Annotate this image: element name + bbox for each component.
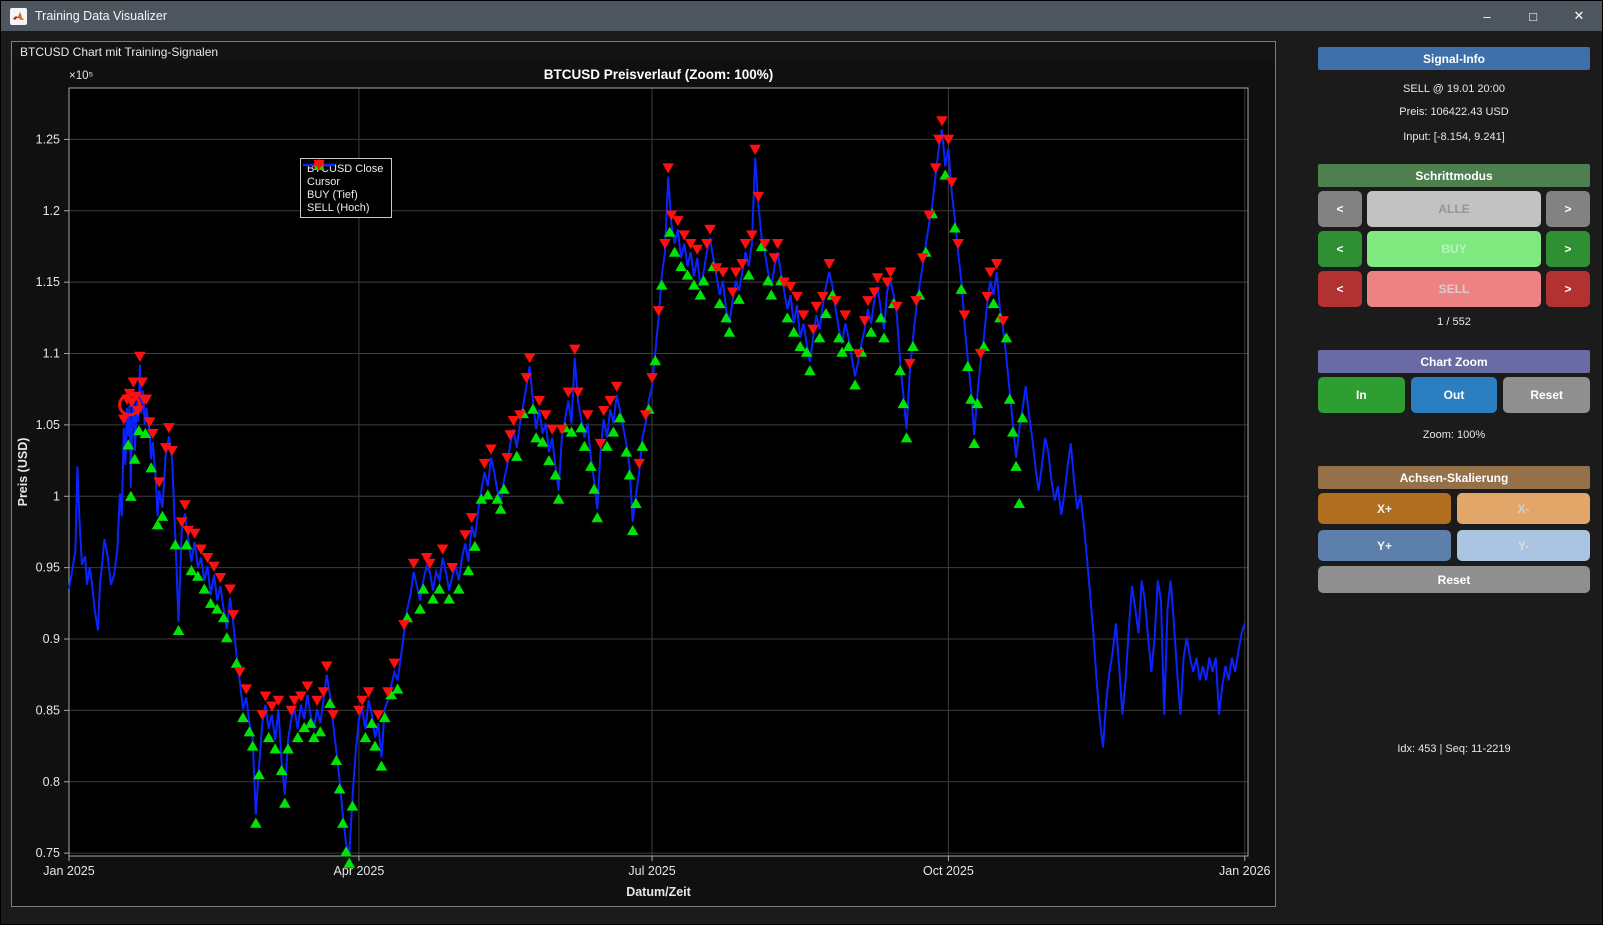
- step-mode-sell-button[interactable]: SELL: [1367, 271, 1541, 307]
- svg-text:0.75: 0.75: [36, 846, 60, 860]
- svg-text:Jan 2026: Jan 2026: [1219, 864, 1270, 878]
- step-next-sell-button[interactable]: >: [1546, 271, 1590, 307]
- svg-text:1.1: 1.1: [43, 347, 60, 361]
- minimize-button[interactable]: –: [1464, 1, 1510, 31]
- svg-text:Jan 2025: Jan 2025: [43, 864, 94, 878]
- svg-text:1.2: 1.2: [43, 204, 60, 218]
- price-chart[interactable]: Jan 2025 Apr 2025 Jul 2025 Oct 2025 Jan 2026…: [12, 61, 1275, 906]
- axis-scaling-buttons: X+X-Y+Y-: [1318, 493, 1590, 561]
- legend-item-buy: BUY (Tief): [305, 188, 383, 201]
- axis-x-plus-button[interactable]: X+: [1318, 493, 1451, 524]
- step-mode-buy-button[interactable]: BUY: [1367, 231, 1541, 267]
- svg-text:0.8: 0.8: [43, 775, 60, 789]
- step-mode-rows: <ALLE><BUY><SELL>: [1318, 187, 1590, 307]
- figure-area: Jan 2025 Apr 2025 Jul 2025 Oct 2025 Jan 2026…: [12, 61, 1275, 906]
- step-row-alle: <ALLE>: [1318, 191, 1590, 227]
- control-sidebar: Signal-Info SELL @ 19.01 20:00 Preis: 10…: [1286, 41, 1603, 907]
- svg-text:×10⁵: ×10⁵: [69, 70, 94, 82]
- step-row-buy: <BUY>: [1318, 231, 1590, 267]
- signal-info-line: SELL @ 19.01 20:00: [1318, 83, 1590, 95]
- chart-panel: BTCUSD Chart mit Training-Signalen Jan 2…: [11, 41, 1276, 907]
- axis-y-plus-button[interactable]: Y+: [1318, 530, 1451, 561]
- step-prev-sell-button[interactable]: <: [1318, 271, 1362, 307]
- svg-text:Preis (USD): Preis (USD): [16, 438, 30, 507]
- svg-text:1: 1: [53, 489, 60, 503]
- zoom-level-label: Zoom: 100%: [1318, 429, 1590, 441]
- svg-text:1.25: 1.25: [36, 132, 60, 146]
- title-bar: Training Data Visualizer – □ ✕: [1, 1, 1602, 31]
- chart-panel-title: BTCUSD Chart mit Training-Signalen: [12, 42, 1275, 61]
- app-window: Training Data Visualizer – □ ✕ BTCUSD Ch…: [0, 0, 1603, 925]
- matlab-logo-icon: [12, 10, 25, 23]
- axis-x-minus-button[interactable]: X-: [1457, 493, 1590, 524]
- svg-text:0.95: 0.95: [36, 561, 60, 575]
- svg-text:Datum/Zeit: Datum/Zeit: [626, 885, 691, 899]
- zoom-in-button[interactable]: In: [1318, 377, 1405, 413]
- matlab-app-icon: [10, 8, 27, 25]
- axis-reset-button[interactable]: Reset: [1318, 566, 1590, 593]
- sell-triangle-icon: [301, 159, 337, 171]
- window-controls: – □ ✕: [1464, 1, 1602, 31]
- chart-zoom-header: Chart Zoom: [1318, 350, 1590, 373]
- svg-text:Jul 2025: Jul 2025: [628, 864, 675, 878]
- step-row-sell: <SELL>: [1318, 271, 1590, 307]
- legend-item-cursor: Cursor: [305, 175, 383, 188]
- signal-price-line: Preis: 106422.43 USD: [1318, 106, 1590, 118]
- svg-text:Apr 2025: Apr 2025: [334, 864, 385, 878]
- maximize-button[interactable]: □: [1510, 1, 1556, 31]
- close-button[interactable]: ✕: [1556, 1, 1602, 31]
- svg-text:0.85: 0.85: [36, 703, 60, 717]
- window-title: Training Data Visualizer: [35, 9, 167, 23]
- step-counter: 1 / 552: [1318, 316, 1590, 328]
- zoom-reset-button[interactable]: Reset: [1503, 377, 1590, 413]
- signal-info-header: Signal-Info: [1318, 47, 1590, 70]
- axis-y-minus-button[interactable]: Y-: [1457, 530, 1590, 561]
- step-prev-alle-button[interactable]: <: [1318, 191, 1362, 227]
- step-next-alle-button[interactable]: >: [1546, 191, 1590, 227]
- svg-text:Oct 2025: Oct 2025: [923, 864, 974, 878]
- svg-text:1.15: 1.15: [36, 275, 60, 289]
- zoom-out-button[interactable]: Out: [1411, 377, 1498, 413]
- step-mode-header: Schrittmodus: [1318, 164, 1590, 187]
- chart-legend: BTCUSD Close Cursor BUY (Tief) SELL (Hoc…: [300, 158, 392, 218]
- step-mode-alle-button[interactable]: ALLE: [1367, 191, 1541, 227]
- svg-text:1.05: 1.05: [36, 418, 60, 432]
- axis-scaling-header: Achsen-Skalierung: [1318, 466, 1590, 489]
- chart-zoom-buttons: InOutReset: [1318, 377, 1590, 413]
- svg-text:0.9: 0.9: [43, 632, 60, 646]
- svg-text:BTCUSD Preisverlauf (Zoom: 100: BTCUSD Preisverlauf (Zoom: 100%): [544, 67, 774, 82]
- step-prev-buy-button[interactable]: <: [1318, 231, 1362, 267]
- step-next-buy-button[interactable]: >: [1546, 231, 1590, 267]
- legend-item-sell: SELL (Hoch): [305, 201, 383, 214]
- index-sequence-label: Idx: 453 | Seq: 11-2219: [1318, 743, 1590, 755]
- signal-input-line: Input: [-8.154, 9.241]: [1318, 131, 1590, 143]
